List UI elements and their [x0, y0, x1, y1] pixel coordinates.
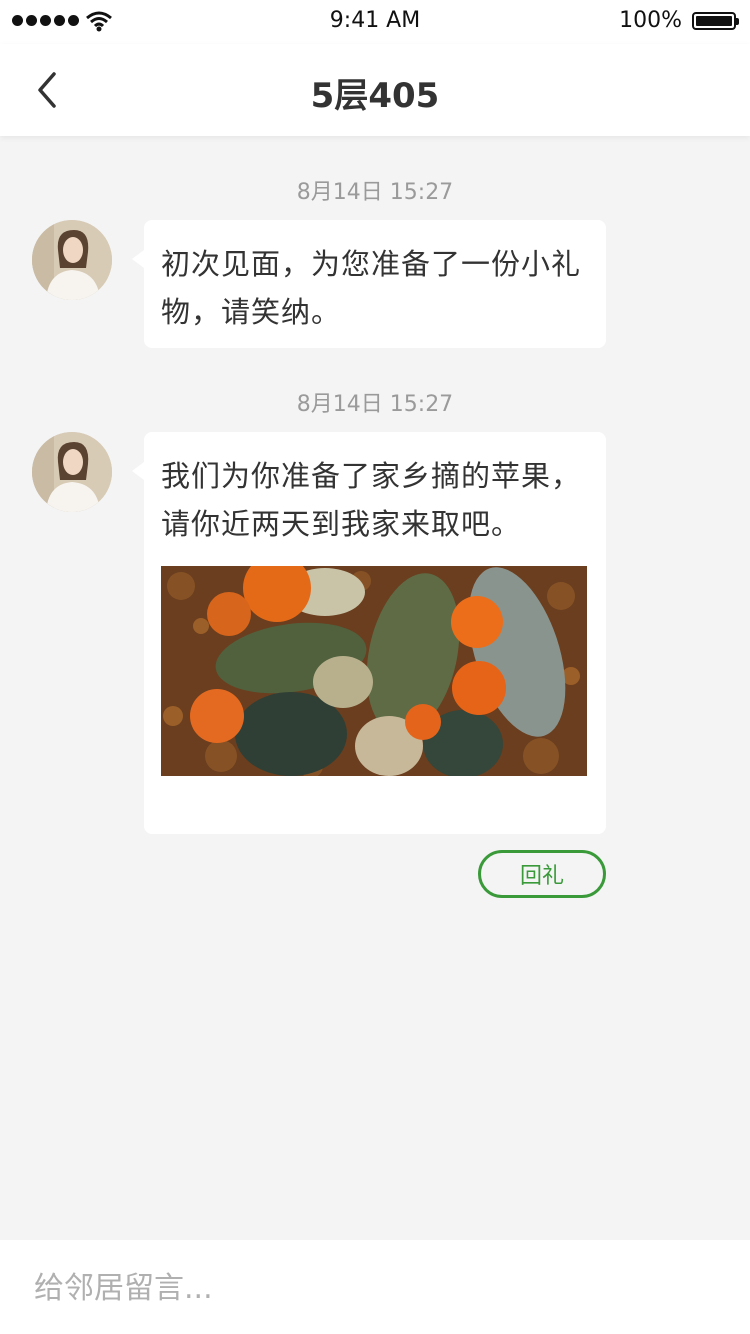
message-timestamp: 8月14日 15:27 [296, 392, 454, 417]
message-input[interactable] [32, 1262, 722, 1314]
message-timestamp: 8月14日 15:27 [296, 180, 454, 205]
status-bar: 9:41 AM 100% [0, 0, 750, 44]
return-gift-button[interactable]: 回礼 [478, 850, 606, 898]
message-photo[interactable] [161, 566, 587, 776]
message-text: 我们为你准备了家乡摘的苹果，请你近两天到我家来取吧。 [161, 459, 582, 541]
battery-icon [692, 12, 739, 30]
nav-bar: 5层405 [0, 44, 750, 136]
input-bar [0, 1240, 750, 1334]
avatar[interactable] [32, 220, 112, 300]
message-text: 初次见面，为您准备了一份小礼物，请笑纳。 [161, 247, 582, 329]
avatar[interactable] [32, 432, 112, 512]
page-title: 5层405 [310, 76, 440, 116]
message-bubble: 初次见面，为您准备了一份小礼物，请笑纳。 [132, 220, 606, 348]
battery-percent: 100% [619, 8, 682, 33]
message-bubble: 我们为你准备了家乡摘的苹果，请你近两天到我家来取吧。 [132, 432, 606, 834]
